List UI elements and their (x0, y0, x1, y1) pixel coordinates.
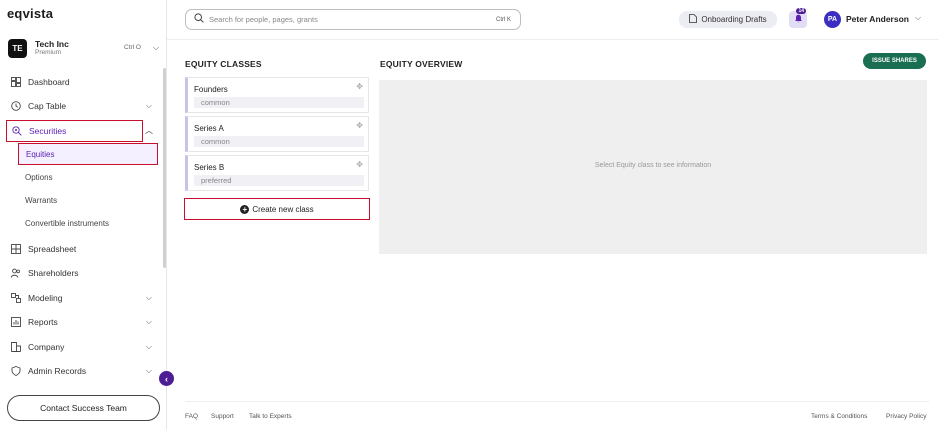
sidebar-subitem-options[interactable]: Options (18, 166, 158, 188)
footer: FAQ Support Talk to Experts Terms & Cond… (185, 401, 929, 430)
sidebar-subitem-convertible-instruments[interactable]: Convertible instruments (18, 212, 158, 234)
equity-class-name: Series A (194, 124, 224, 133)
securities-icon (11, 125, 23, 137)
issue-shares-button[interactable]: ISSUE SHARES (863, 53, 926, 69)
footer-link-support[interactable]: Support (211, 413, 234, 420)
equity-class-card-series-a[interactable]: Series A common ✥ (185, 116, 369, 152)
app-logo[interactable]: eqvista (7, 6, 53, 21)
footer-link-terms[interactable]: Terms & Conditions (811, 413, 867, 420)
chart-icon (10, 316, 22, 328)
sidebar-item-modeling[interactable]: Modeling ⌵ (6, 287, 158, 309)
clock-icon (10, 100, 22, 112)
sidebar-item-securities[interactable]: Securities (6, 120, 143, 142)
empty-state-message: Select Equity class to see information (594, 162, 712, 169)
sidebar-item-admin-records[interactable]: Admin Records ⌵ (6, 360, 158, 382)
collapse-sidebar-button[interactable]: ‹ (159, 371, 174, 386)
create-new-class-button[interactable]: + Create new class (184, 198, 370, 220)
sidebar-item-label: Modeling (28, 293, 63, 303)
sidebar-subitem-warrants[interactable]: Warrants (18, 189, 158, 211)
footer-link-privacy[interactable]: Privacy Policy (886, 413, 926, 420)
chevron-left-icon: ‹ (165, 373, 168, 384)
shield-icon (10, 365, 22, 377)
contact-success-team-button[interactable]: Contact Success Team (7, 395, 160, 421)
sidebar-subitem-equities[interactable]: Equities (18, 143, 158, 165)
company-avatar: TE (8, 39, 27, 58)
company-plan: Premium (35, 49, 62, 56)
equity-class-name: Series B (194, 163, 225, 172)
chevron-down-icon: ⌵ (145, 366, 152, 375)
sidebar-item-label: Reports (28, 317, 58, 327)
search-shortcut: Ctrl K (496, 16, 511, 23)
sidebar-item-label: Dashboard (28, 77, 70, 87)
drag-handle-icon[interactable]: ✥ (356, 160, 363, 169)
chevron-down-icon: ⌵ (145, 293, 152, 302)
equity-overview-title: EQUITY OVERVIEW (380, 59, 463, 69)
notifications-count: 14 (796, 8, 806, 14)
sidebar-item-label: Company (28, 342, 65, 352)
sidebar-item-company[interactable]: Company ⌵ (6, 336, 158, 358)
sidebar-item-dashboard[interactable]: Dashboard (6, 71, 158, 93)
sidebar-scrollbar[interactable] (163, 68, 166, 268)
search-box[interactable]: Ctrl K (185, 9, 521, 30)
chevron-down-icon: ⌵ (145, 342, 152, 351)
search-input[interactable] (209, 15, 479, 24)
chevron-up-icon[interactable]: ︿ (145, 125, 153, 136)
chevron-down-icon: ⌵ (153, 43, 160, 52)
plus-circle-icon: + (240, 204, 250, 214)
chevron-down-icon[interactable]: ⌵ (915, 13, 921, 23)
sidebar-item-label: Admin Records (28, 366, 87, 376)
user-name[interactable]: Peter Anderson (846, 14, 909, 24)
onboarding-drafts-label: Onboarding Drafts (701, 15, 767, 24)
sidebar-item-label: Spreadsheet (28, 244, 77, 254)
equity-class-card-series-b[interactable]: Series B preferred ✥ (185, 155, 369, 191)
search-icon (194, 13, 204, 26)
equity-classes-title: EQUITY CLASSES (185, 59, 262, 69)
bell-icon (794, 14, 803, 25)
user-avatar[interactable]: PA (824, 11, 841, 28)
notifications-button[interactable]: 14 (789, 8, 807, 28)
sidebar-item-label: Securities (29, 126, 67, 136)
equity-class-name: Founders (194, 85, 228, 94)
onboarding-drafts-button[interactable]: Onboarding Drafts (679, 11, 777, 28)
sidebar-item-shareholders[interactable]: Shareholders (6, 262, 158, 284)
chevron-down-icon: ⌵ (145, 317, 152, 326)
equity-class-type: common (194, 136, 364, 147)
grid-icon (10, 243, 22, 255)
sidebar-item-label: Cap Table (28, 101, 67, 111)
equity-class-type: preferred (194, 175, 364, 186)
chevron-down-icon: ⌵ (145, 101, 152, 110)
create-new-class-label: Create new class (252, 204, 314, 214)
drag-handle-icon[interactable]: ✥ (356, 121, 363, 130)
footer-link-faq[interactable]: FAQ (185, 413, 198, 420)
users-icon (10, 267, 22, 279)
equity-overview-panel: Select Equity class to see information (379, 80, 927, 254)
company-switcher[interactable]: TE Tech Inc Premium Ctrl O ⌵ (7, 37, 162, 61)
modeling-icon (10, 292, 22, 304)
equity-class-card-founders[interactable]: Founders common ✥ (185, 77, 369, 113)
footer-link-talk-to-experts[interactable]: Talk to Experts (249, 413, 292, 420)
sidebar-item-label: Shareholders (28, 268, 79, 278)
sidebar: eqvista TE Tech Inc Premium Ctrl O ⌵ Das… (0, 0, 167, 430)
drag-handle-icon[interactable]: ✥ (356, 82, 363, 91)
company-icon (10, 341, 22, 353)
sidebar-item-cap-table[interactable]: Cap Table ⌵ (6, 95, 158, 117)
company-name: Tech Inc (35, 39, 69, 49)
company-shortcut: Ctrl O (124, 44, 141, 51)
dashboard-icon (10, 76, 22, 88)
topbar: Ctrl K Onboarding Drafts 14 PA Peter And… (167, 0, 939, 40)
sidebar-item-reports[interactable]: Reports ⌵ (6, 311, 158, 333)
sidebar-item-spreadsheet[interactable]: Spreadsheet (6, 238, 158, 260)
document-icon (689, 14, 698, 25)
equity-class-type: common (194, 97, 364, 108)
